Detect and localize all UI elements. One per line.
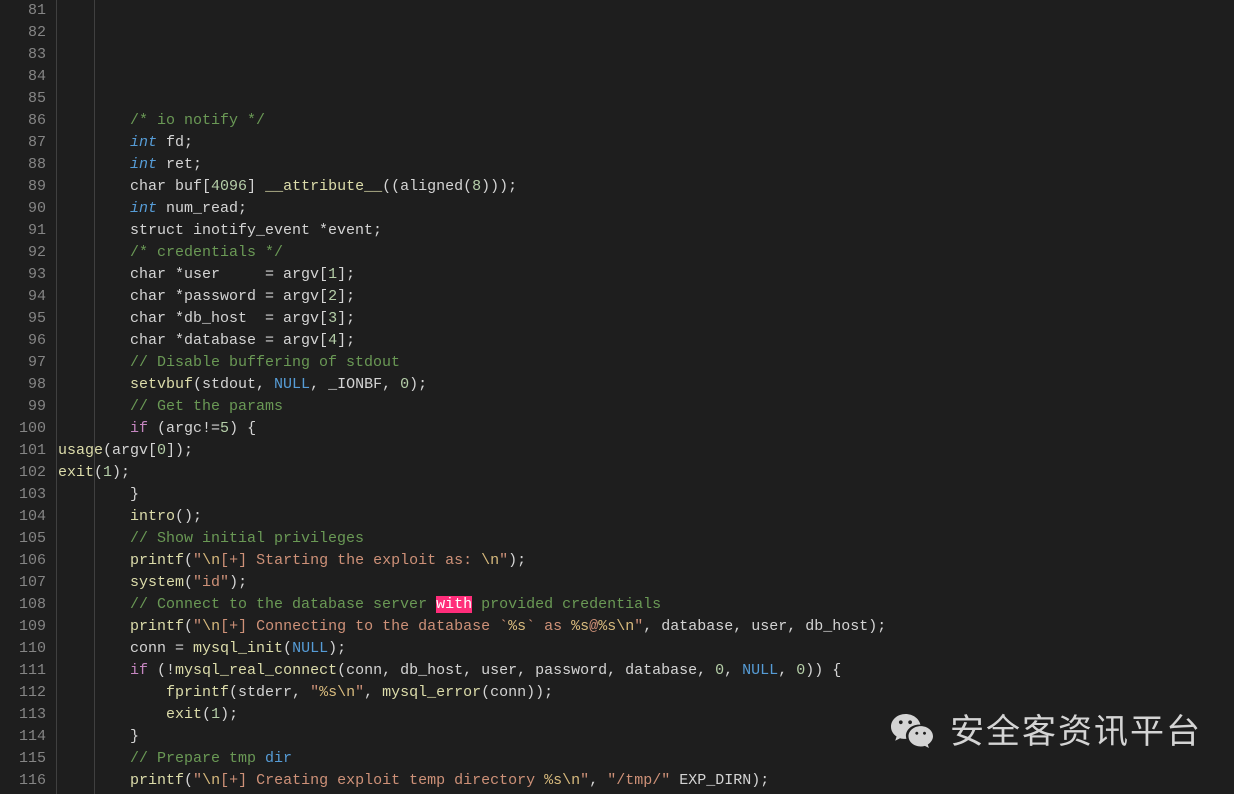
line-number: 89 bbox=[0, 176, 46, 198]
line-number: 102 bbox=[0, 462, 46, 484]
line-number: 94 bbox=[0, 286, 46, 308]
code-line[interactable]: int num_read; bbox=[58, 198, 1234, 220]
line-number: 88 bbox=[0, 154, 46, 176]
code-line[interactable]: // Get the params bbox=[58, 396, 1234, 418]
code-line[interactable]: if (!mysql_real_connect(conn, db_host, u… bbox=[58, 660, 1234, 682]
line-number: 115 bbox=[0, 748, 46, 770]
line-number: 106 bbox=[0, 550, 46, 572]
line-number: 81 bbox=[0, 0, 46, 22]
line-number: 93 bbox=[0, 264, 46, 286]
line-number: 113 bbox=[0, 704, 46, 726]
line-number: 91 bbox=[0, 220, 46, 242]
code-line[interactable]: printf("\n[+] Creating exploit temp dire… bbox=[58, 770, 1234, 792]
code-line[interactable]: /* io notify */ bbox=[58, 110, 1234, 132]
line-number: 108 bbox=[0, 594, 46, 616]
line-number: 95 bbox=[0, 308, 46, 330]
line-number: 111 bbox=[0, 660, 46, 682]
line-number: 90 bbox=[0, 198, 46, 220]
code-line[interactable]: setvbuf(stdout, NULL, _IONBF, 0); bbox=[58, 374, 1234, 396]
code-line[interactable]: char *db_host = argv[3]; bbox=[58, 308, 1234, 330]
code-area[interactable]: /* io notify */ int fd; int ret; char bu… bbox=[56, 0, 1234, 794]
line-number: 104 bbox=[0, 506, 46, 528]
line-number-gutter: 8182838485868788899091929394959697989910… bbox=[0, 0, 56, 794]
line-number: 84 bbox=[0, 66, 46, 88]
line-number: 99 bbox=[0, 396, 46, 418]
code-line[interactable]: fprintf(stderr, "%s\n", mysql_error(conn… bbox=[58, 682, 1234, 704]
code-line[interactable]: // Show initial privileges bbox=[58, 528, 1234, 550]
line-number: 98 bbox=[0, 374, 46, 396]
code-line[interactable]: int fd; bbox=[58, 132, 1234, 154]
code-line[interactable]: intro(); bbox=[58, 506, 1234, 528]
line-number: 110 bbox=[0, 638, 46, 660]
line-number: 105 bbox=[0, 528, 46, 550]
code-line[interactable]: char *database = argv[4]; bbox=[58, 330, 1234, 352]
line-number: 100 bbox=[0, 418, 46, 440]
line-number: 107 bbox=[0, 572, 46, 594]
code-line[interactable]: // Connect to the database server with p… bbox=[58, 594, 1234, 616]
line-number: 103 bbox=[0, 484, 46, 506]
code-line[interactable]: conn = mysql_init(NULL); bbox=[58, 638, 1234, 660]
code-line[interactable]: } bbox=[58, 484, 1234, 506]
code-line[interactable]: } bbox=[58, 726, 1234, 748]
code-line[interactable]: exit(1); bbox=[58, 704, 1234, 726]
line-number: 116 bbox=[0, 770, 46, 792]
code-line[interactable]: char *password = argv[2]; bbox=[58, 286, 1234, 308]
line-number: 83 bbox=[0, 44, 46, 66]
code-line[interactable]: char *user = argv[1]; bbox=[58, 264, 1234, 286]
code-line[interactable]: struct inotify_event *event; bbox=[58, 220, 1234, 242]
code-line[interactable]: // Prepare tmp dir bbox=[58, 748, 1234, 770]
line-number: 101 bbox=[0, 440, 46, 462]
code-line[interactable]: int ret; bbox=[58, 154, 1234, 176]
code-line[interactable]: char buf[4096] __attribute__((aligned(8)… bbox=[58, 176, 1234, 198]
line-number: 97 bbox=[0, 352, 46, 374]
code-line[interactable]: if (argc!=5) { bbox=[58, 418, 1234, 440]
line-number: 92 bbox=[0, 242, 46, 264]
code-line[interactable]: printf("\n[+] Connecting to the database… bbox=[58, 616, 1234, 638]
code-line[interactable]: /* credentials */ bbox=[58, 242, 1234, 264]
line-number: 82 bbox=[0, 22, 46, 44]
line-number: 112 bbox=[0, 682, 46, 704]
code-line[interactable]: usage(argv[0]); bbox=[58, 440, 1234, 462]
code-line[interactable]: // Disable buffering of stdout bbox=[58, 352, 1234, 374]
line-number: 85 bbox=[0, 88, 46, 110]
line-number: 109 bbox=[0, 616, 46, 638]
line-number: 87 bbox=[0, 132, 46, 154]
line-number: 86 bbox=[0, 110, 46, 132]
line-number: 114 bbox=[0, 726, 46, 748]
code-line[interactable]: system("id"); bbox=[58, 572, 1234, 594]
line-number: 96 bbox=[0, 330, 46, 352]
code-line[interactable]: printf("\n[+] Starting the exploit as: \… bbox=[58, 550, 1234, 572]
code-line[interactable]: exit(1); bbox=[58, 462, 1234, 484]
code-editor[interactable]: 8182838485868788899091929394959697989910… bbox=[0, 0, 1234, 794]
